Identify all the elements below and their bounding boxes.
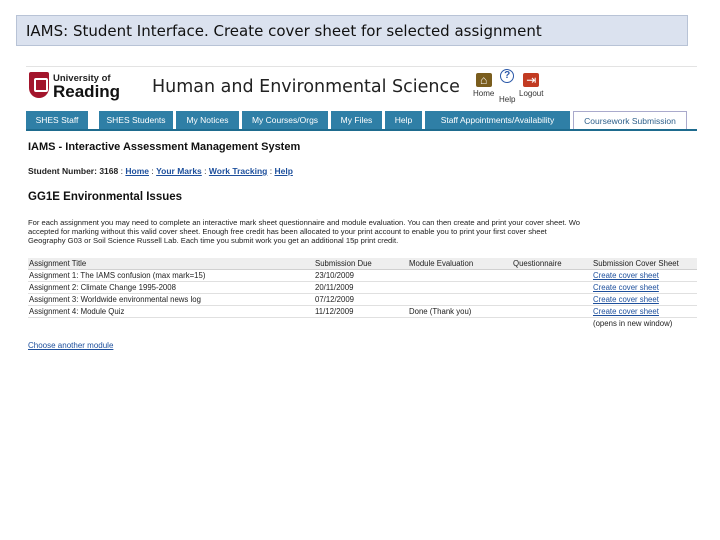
create-cover-sheet-link[interactable]: Create cover sheet (592, 281, 697, 294)
student-number-label: Student Number: (28, 166, 97, 176)
screenshot-panel: University of Reading Human and Environm… (26, 66, 697, 366)
tab-my-notices[interactable]: My Notices (176, 111, 240, 129)
help-label: Help (499, 95, 516, 104)
home-button[interactable]: ⌂ Home (473, 73, 494, 98)
help-button[interactable]: ? Help (499, 69, 515, 104)
intro-line: For each assignment you may need to comp… (28, 218, 580, 227)
intro-text: For each assignment you may need to comp… (28, 218, 697, 245)
tab-bar: SHES Staff SHES Students My Notices My C… (26, 111, 697, 131)
link-help[interactable]: Help (274, 166, 292, 176)
assignment-title: Assignment 1: The IAMS confusion (max ma… (28, 269, 314, 282)
student-number-value: 3168 (99, 166, 119, 176)
student-nav-line: Student Number: 3168 : Home : Your Marks… (28, 166, 293, 176)
create-cover-sheet-text[interactable]: Create cover sheet (593, 307, 659, 316)
module-evaluation (408, 281, 512, 294)
assignment-title: Assignment 3: Worldwide environmental ne… (28, 293, 314, 306)
assignment-title: Assignment 4: Module Quiz (28, 305, 314, 318)
assignment-table: Assignment Title Submission Due Module E… (28, 258, 697, 329)
module-evaluation (408, 269, 512, 282)
logout-button[interactable]: ⇥ Logout (519, 73, 543, 98)
table-row: Assignment 1: The IAMS confusion (max ma… (28, 269, 697, 282)
system-title: IAMS - Interactive Assessment Management… (28, 141, 301, 153)
tab-shes-students[interactable]: SHES Students (99, 111, 174, 129)
site-title: Human and Environmental Science (152, 77, 460, 97)
home-label: Home (473, 89, 495, 98)
questionnaire (512, 293, 592, 306)
slide-title: IAMS: Student Interface. Create cover sh… (16, 15, 688, 46)
table-header-row: Assignment Title Submission Due Module E… (28, 258, 697, 270)
table-row: Assignment 4: Module Quiz 11/12/2009 Don… (28, 305, 697, 318)
col-header-due: Submission Due (314, 258, 408, 270)
intro-line: accepted for marking without this valid … (28, 227, 547, 236)
submission-due: 07/12/2009 (314, 293, 408, 306)
header-icon-bar: ⌂ Home ? Help ⇥ Logout (473, 69, 558, 105)
link-work-tracking[interactable]: Work Tracking (209, 166, 267, 176)
submission-due: 20/11/2009 (314, 281, 408, 294)
link-your-marks[interactable]: Your Marks (156, 166, 202, 176)
questionnaire (512, 269, 592, 282)
module-evaluation (408, 293, 512, 306)
opens-new-window-note: (opens in new window) (593, 319, 673, 328)
tab-help[interactable]: Help (385, 111, 423, 129)
table-row: Assignment 2: Climate Change 1995-2008 2… (28, 281, 697, 294)
questionnaire (512, 281, 592, 294)
col-header-questionnaire: Questionnaire (512, 258, 592, 270)
tab-my-courses[interactable]: My Courses/Orgs (242, 111, 329, 129)
col-header-title: Assignment Title (28, 258, 314, 270)
tab-my-files[interactable]: My Files (331, 111, 383, 129)
col-header-evaluation: Module Evaluation (408, 258, 512, 270)
university-name: Reading (53, 82, 121, 101)
logout-label: Logout (519, 89, 544, 98)
link-home[interactable]: Home (125, 166, 149, 176)
create-cover-sheet-link[interactable]: Create cover sheet (592, 305, 697, 318)
choose-another-module-link[interactable]: Choose another module (28, 341, 113, 350)
intro-line: Geography G03 or Soil Science Russell La… (28, 236, 399, 245)
logout-icon: ⇥ (523, 73, 540, 87)
create-cover-sheet-link[interactable]: Create cover sheet (592, 269, 697, 282)
table-row: Assignment 3: Worldwide environmental ne… (28, 293, 697, 306)
tab-coursework-submission[interactable]: Coursework Submission (573, 111, 687, 129)
submission-due: 11/12/2009 (314, 305, 408, 318)
tab-staff-appointments[interactable]: Staff Appointments/Availability (425, 111, 571, 129)
create-cover-sheet-link[interactable]: Create cover sheet (592, 293, 697, 306)
module-title: GG1E Environmental Issues (28, 191, 183, 203)
crest-icon (29, 72, 49, 98)
help-icon: ? (500, 69, 515, 83)
table-footnote-row: (opens in new window) (28, 318, 697, 330)
submission-due: 23/10/2009 (314, 269, 408, 282)
questionnaire (512, 305, 592, 318)
tab-shes-staff[interactable]: SHES Staff (26, 111, 89, 129)
university-logo[interactable]: University of Reading (29, 72, 121, 102)
col-header-cover-sheet: Submission Cover Sheet (592, 258, 697, 270)
module-evaluation: Done (Thank you) (408, 305, 512, 318)
assignment-title: Assignment 2: Climate Change 1995-2008 (28, 281, 314, 294)
home-icon: ⌂ (475, 73, 492, 87)
